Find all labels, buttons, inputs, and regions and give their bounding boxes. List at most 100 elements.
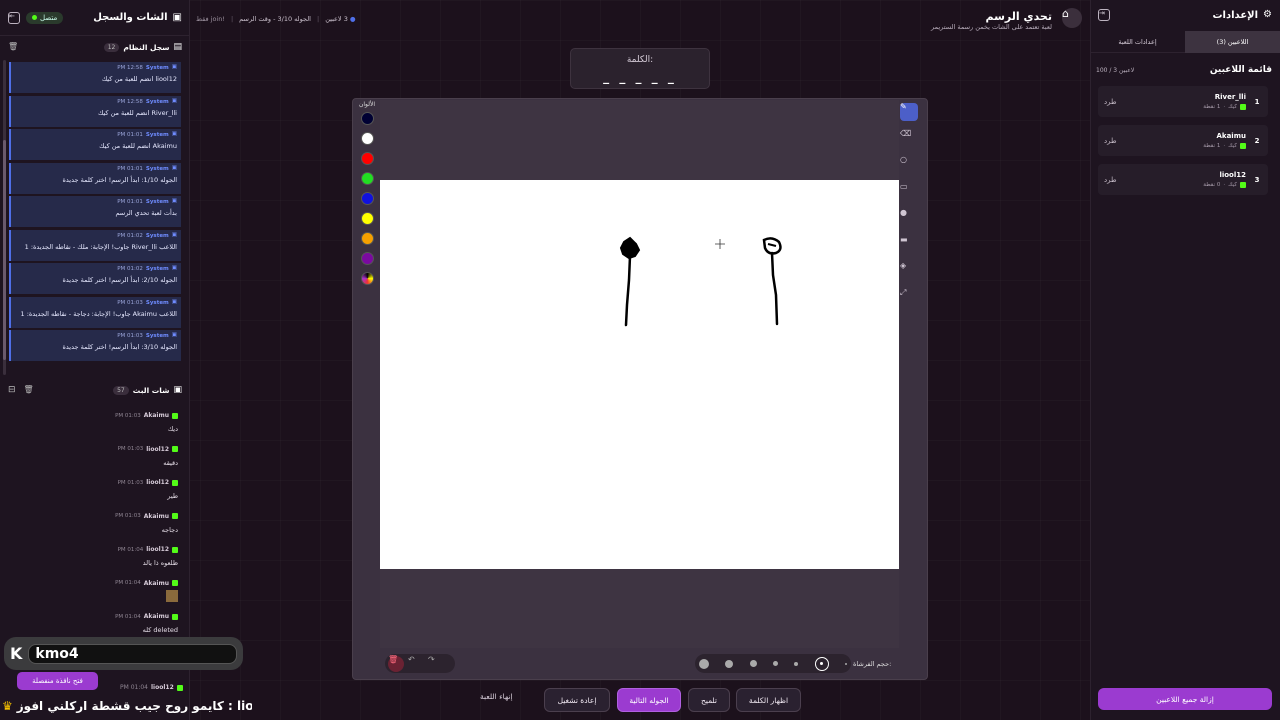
system-log-item: ▣ System PM 01:01 Akaimu انضم للعبة من كيك	[9, 129, 181, 160]
player-name: River_lli	[1214, 93, 1246, 101]
color-swatch[interactable]	[360, 132, 374, 145]
player-row: طرد River_lli كيك · 1 نقطة 1	[1098, 86, 1268, 117]
chat-icon: ▣	[172, 11, 182, 23]
dot-icon[interactable]: ●	[900, 209, 918, 227]
eraser-icon[interactable]: ⌫	[900, 129, 918, 148]
end-game-button[interactable]: إنهاء اللعبة	[480, 692, 513, 701]
system-log-message: بدأت لعبة تحدي الرسم	[115, 209, 177, 217]
chat-message: دجاجه	[161, 525, 178, 534]
expand-icon[interactable]: ⊟	[8, 385, 16, 395]
system-log-item: ▣ System PM 12:58 River_lli انضم للعبة من ك…	[9, 95, 181, 127]
custom-color-swatch[interactable]	[360, 272, 374, 285]
settings-tabs: إعدادات اللعبة اللاعبين (3)	[1090, 30, 1280, 53]
kick-badge-icon	[172, 412, 178, 419]
brush-size-xs[interactable]	[794, 661, 799, 666]
brush-size-xxs[interactable]	[844, 662, 847, 665]
brush-size-selected[interactable]	[814, 656, 829, 671]
canvas-margin-bottom	[380, 569, 899, 648]
pencil-icon[interactable]: ✎	[900, 103, 918, 121]
system-log-list: ▣ System PM 12:58 liool12 انضم للعبة من كيك…	[9, 62, 181, 372]
kick-badge-icon	[172, 580, 178, 586]
brush-size-md[interactable]	[749, 660, 757, 667]
game-status-bar: ● 3 لاعبين | الجوله 3/10 - وقت الرسم | !j…	[196, 14, 356, 23]
tab-game-settings[interactable]: إعدادات اللعبة	[1090, 31, 1185, 53]
bot-icon: ▣	[171, 298, 177, 305]
bot-icon: ▣	[171, 231, 177, 238]
join-hint: !join فقط	[196, 15, 225, 23]
word-box: الكلمة: _ _ _ _ _	[570, 48, 710, 89]
system-log-item: ▣ System PM 01:02 الجوله 2/10: ابدأ الرسم! …	[9, 263, 181, 294]
word-label: الكلمة:	[626, 55, 654, 65]
player-row: طرد liool12 كيك · 0 نقطة 3	[1098, 164, 1268, 195]
brush-size-sm[interactable]	[772, 661, 778, 666]
chat-message: دقيقه	[163, 458, 178, 467]
remove-all-players-button[interactable]: إزالة جميع اللاعبين	[1098, 688, 1272, 710]
player-name: liool12	[1219, 171, 1246, 179]
restart-button[interactable]: إعادة تشغيل	[544, 688, 610, 712]
hint-button[interactable]: تلميح	[688, 688, 730, 712]
kick-badge-icon	[172, 513, 178, 519]
bot-icon: ▣	[171, 164, 177, 171]
player-count: 100 / 3 لاعبين	[1096, 66, 1135, 74]
player-list-title: قائمة اللاعبين	[1209, 65, 1272, 75]
open-popout-button[interactable]: فتح نافذة منفصلة	[17, 672, 98, 690]
brush-size-lg[interactable]	[725, 659, 734, 668]
next-round-button[interactable]: الجوله التالية	[617, 688, 681, 712]
kick-badge-icon	[1240, 182, 1246, 188]
fill-icon[interactable]: ◈	[900, 262, 918, 280]
chat-item: Akaimu PM 01:03 دجاجه	[8, 513, 180, 547]
kick-button[interactable]: طرد	[1104, 98, 1117, 106]
players-dot-icon: ●	[349, 14, 356, 23]
color-swatch[interactable]	[360, 232, 374, 245]
game-subtitle: لعبة تعتمد على الشات يخمن رسمة الستريمر	[931, 23, 1052, 31]
brush-size-label: حجم الفرشاة:	[853, 660, 892, 668]
player-name: Akaimu	[1216, 132, 1246, 140]
system-log-message: River_lli انضم للعبة من كيك	[97, 108, 177, 117]
color-swatch[interactable]	[360, 152, 374, 165]
home-icon[interactable]: ⌂	[1062, 8, 1082, 28]
drawing-canvas[interactable]	[380, 180, 899, 569]
player-rank: 1	[1254, 97, 1260, 106]
chat-message: طير	[167, 492, 178, 500]
emote-sticker	[166, 589, 178, 602]
show-word-button[interactable]: اظهار الكلمة	[736, 688, 801, 712]
tab-players[interactable]: اللاعبين (3)	[1185, 30, 1280, 53]
player-row: طرد Akaimu كيك · 1 نقطة 2	[1098, 125, 1268, 156]
clear-canvas-icon[interactable]: 🗑	[388, 655, 404, 672]
rectangle-icon[interactable]: ▭	[900, 182, 918, 201]
brush-size-xl[interactable]	[699, 658, 709, 669]
brush-size-picker	[695, 654, 851, 673]
undo-icon[interactable]: ↶	[408, 655, 424, 672]
chat-message: deleted كله	[142, 626, 178, 634]
scrollbar-thumb[interactable]	[3, 140, 6, 360]
color-swatch[interactable]	[360, 252, 374, 265]
settings-title: ⚙ الإعدادات	[1212, 9, 1273, 21]
stream-chat-list: Akaimu PM 01:03 ديك liool12 PM 01:03 دقيقه lio…	[8, 412, 180, 662]
system-log-message: Akaimu انضم للعبة من كيك	[99, 142, 177, 150]
collapse-right-icon[interactable]: ⇥	[1098, 9, 1110, 21]
kick-badge-icon	[172, 446, 178, 452]
bot-icon: ▣	[171, 64, 177, 71]
color-swatch[interactable]	[360, 212, 374, 225]
palette-label: الألوان	[358, 101, 376, 108]
color-swatch[interactable]	[360, 192, 374, 205]
trash-icon[interactable]: 🗑	[8, 43, 18, 51]
line-icon[interactable]: ▬	[900, 235, 918, 254]
player-rank: 2	[1254, 136, 1260, 145]
kick-button[interactable]: طرد	[1104, 137, 1117, 145]
trash-icon[interactable]: 🗑	[24, 386, 34, 394]
game-title: تحدي الرسم	[985, 10, 1052, 23]
streamer-name: kmo4	[28, 643, 237, 664]
collapse-left-icon[interactable]: ⇤	[8, 11, 20, 24]
tool-bar: ✎ ⌫ ○ ▭ ● ▬ ◈ ⤢	[900, 100, 926, 300]
word-mask: _ _ _ _ _	[603, 70, 677, 84]
color-swatch[interactable]	[360, 112, 374, 125]
kick-button[interactable]: طرد	[1104, 176, 1117, 184]
redo-icon[interactable]: ↷	[428, 655, 444, 672]
circle-icon[interactable]: ○	[900, 156, 918, 174]
chat-item: liool12 PM 01:04 ظلعوه ذا يالد	[8, 546, 180, 580]
bot-icon: ▣	[171, 265, 177, 272]
expand-icon[interactable]: ⤢	[900, 288, 918, 307]
kick-badge-icon	[1240, 104, 1246, 110]
color-swatch[interactable]	[360, 172, 374, 185]
